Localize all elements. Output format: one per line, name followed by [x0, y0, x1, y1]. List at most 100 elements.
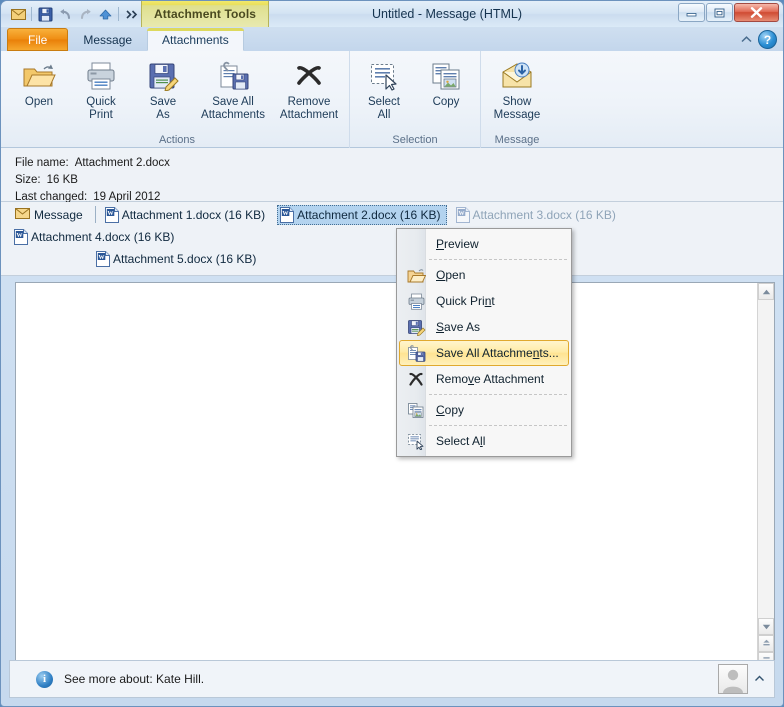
- context-menu-item-preview[interactable]: Preview: [399, 231, 569, 257]
- attachment-chip-5-label: Attachment 5.docx (16 KB): [113, 252, 257, 266]
- ribbon-group-message-title: Message: [494, 134, 540, 146]
- attachment-chip-2[interactable]: W Attachment 2.docx (16 KB): [277, 205, 447, 225]
- help-icon[interactable]: ?: [758, 30, 777, 49]
- minimize-button[interactable]: [678, 3, 705, 22]
- ribbon-button-remove-attachment[interactable]: Remove Attachment: [272, 54, 346, 122]
- ribbon-button-quick-print[interactable]: Quick Print: [70, 54, 132, 122]
- remove-attachment-icon: [292, 58, 326, 94]
- attachment-chip-4-label: Attachment 4.docx (16 KB): [31, 230, 175, 244]
- save-all-attachments-icon: [404, 342, 428, 364]
- no-icon: [404, 233, 428, 255]
- undo-icon[interactable]: [55, 4, 75, 24]
- vertical-scrollbar[interactable]: [757, 283, 774, 669]
- word-document-icon: W: [280, 207, 295, 223]
- context-menu-item-save-all-attachments-label: Save All Attachments...: [436, 346, 559, 360]
- tab-message[interactable]: Message: [68, 28, 147, 51]
- scroll-up-button[interactable]: [758, 283, 774, 300]
- ribbon-button-open[interactable]: Open: [8, 54, 70, 110]
- context-menu-separator-3: [429, 425, 567, 426]
- ribbon-button-copy[interactable]: Copy: [415, 54, 477, 110]
- title-bar: Untitled - Message (HTML) Attachment Too…: [1, 1, 783, 27]
- maximize-button[interactable]: [706, 3, 733, 22]
- previous-item-icon[interactable]: [95, 4, 115, 24]
- context-menu-item-preview-label: Preview: [436, 237, 479, 251]
- scrollbar-track[interactable]: [758, 300, 774, 618]
- ribbon-button-save-all-attachments[interactable]: Save All Attachments: [194, 54, 272, 122]
- context-menu-item-open[interactable]: Open: [399, 262, 569, 288]
- attachment-bar: Message W Attachment 1.docx (16 KB) W At…: [1, 202, 783, 276]
- context-menu-item-quick-print-label: Quick Print: [436, 294, 495, 308]
- attachment-chip-5[interactable]: W Attachment 5.docx (16 KB): [93, 249, 262, 269]
- quick-access-toolbar: [8, 3, 142, 25]
- app-envelope-icon[interactable]: [8, 4, 28, 24]
- context-menu-separator-2: [429, 394, 567, 395]
- svg-text:W: W: [107, 210, 114, 217]
- attachment-chip-3-label: Attachment 3.docx (16 KB): [472, 208, 616, 222]
- context-menu-item-quick-print[interactable]: Quick Print: [399, 288, 569, 314]
- ribbon-button-save-as-label: Save As: [149, 96, 177, 121]
- save-icon[interactable]: [35, 4, 55, 24]
- select-all-icon: [367, 58, 401, 94]
- open-folder-icon: [22, 58, 56, 94]
- close-button[interactable]: [734, 3, 779, 22]
- remove-attachment-icon: [404, 368, 428, 390]
- context-menu-item-remove-attachment-label: Remove Attachment: [436, 372, 545, 386]
- customize-qat-icon[interactable]: [122, 4, 142, 24]
- open-folder-icon: [404, 264, 428, 286]
- printer-icon: [404, 290, 428, 312]
- contextual-tools-header: Attachment Tools: [141, 1, 270, 27]
- status-bar: i See more about: Kate Hill.: [9, 660, 775, 698]
- previous-item-button[interactable]: [758, 635, 774, 652]
- ribbon: Open Quick Print Save As Save All Attach…: [1, 51, 783, 148]
- attachment-chip-1[interactable]: W Attachment 1.docx (16 KB): [102, 205, 271, 225]
- context-menu-item-save-as[interactable]: Save As: [399, 314, 569, 340]
- attachment-info-panel: File name: Attachment 2.docx Size: 16 KB L…: [1, 148, 783, 203]
- chevron-up-icon[interactable]: [737, 31, 755, 49]
- svg-text:W: W: [458, 210, 465, 217]
- ribbon-button-select-all-label: Select All: [368, 96, 400, 121]
- ribbon-button-show-message[interactable]: Show Message: [484, 54, 550, 122]
- context-menu-item-select-all[interactable]: Select All: [399, 428, 569, 454]
- info-row-size: Size: 16 KB: [15, 172, 783, 189]
- attachment-bar-separator: [94, 206, 96, 223]
- context-menu-item-save-all-attachments[interactable]: Save All Attachments...: [399, 340, 569, 366]
- word-document-icon: W: [14, 229, 28, 245]
- context-menu-separator-1: [429, 259, 567, 260]
- ribbon-button-show-message-label: Show Message: [493, 96, 541, 121]
- printer-icon: [84, 58, 118, 94]
- attachment-bar-message-label: Message: [34, 208, 83, 222]
- qat-separator-1: [31, 7, 32, 21]
- ribbon-button-copy-label: Copy: [432, 96, 460, 108]
- chevron-up-icon[interactable]: [752, 674, 766, 685]
- attachment-chip-3[interactable]: W Attachment 3.docx (16 KB): [453, 205, 622, 225]
- info-icon: i: [36, 670, 53, 688]
- scroll-down-button[interactable]: [758, 618, 774, 635]
- svg-text:W: W: [16, 232, 23, 239]
- select-all-icon: [404, 430, 428, 452]
- outlook-message-window: Untitled - Message (HTML) Attachment Too…: [0, 0, 784, 707]
- message-body-area[interactable]: [16, 283, 757, 669]
- show-message-icon: [500, 58, 534, 94]
- tab-strip-right-controls: ?: [737, 30, 783, 51]
- ribbon-group-selection: Select All Copy Selection: [349, 51, 480, 148]
- context-menu-item-remove-attachment[interactable]: Remove Attachment: [399, 366, 569, 392]
- attachment-chip-2-label: Attachment 2.docx (16 KB): [297, 208, 441, 222]
- save-as-icon: [404, 316, 428, 338]
- tab-file[interactable]: File: [7, 28, 69, 51]
- ribbon-group-actions: Open Quick Print Save As Save All Attach…: [5, 51, 349, 148]
- ribbon-button-save-as[interactable]: Save As: [132, 54, 194, 122]
- context-menu-item-copy[interactable]: Copy: [399, 397, 569, 423]
- ribbon-button-remove-attachment-label: Remove Attachment: [279, 96, 339, 121]
- envelope-icon: [15, 208, 30, 222]
- attachment-chip-4[interactable]: W Attachment 4.docx (16 KB): [11, 227, 180, 247]
- svg-text:W: W: [283, 210, 290, 217]
- avatar[interactable]: [718, 664, 748, 694]
- message-body-pane: [15, 282, 775, 670]
- tab-attachments[interactable]: Attachments: [147, 28, 244, 51]
- ribbon-button-select-all[interactable]: Select All: [353, 54, 415, 122]
- redo-icon[interactable]: [75, 4, 95, 24]
- save-as-icon: [146, 58, 180, 94]
- attachment-bar-message-tab[interactable]: Message: [11, 205, 91, 225]
- save-all-attachments-icon: [216, 58, 250, 94]
- ribbon-group-message: Show Message Message: [480, 51, 553, 148]
